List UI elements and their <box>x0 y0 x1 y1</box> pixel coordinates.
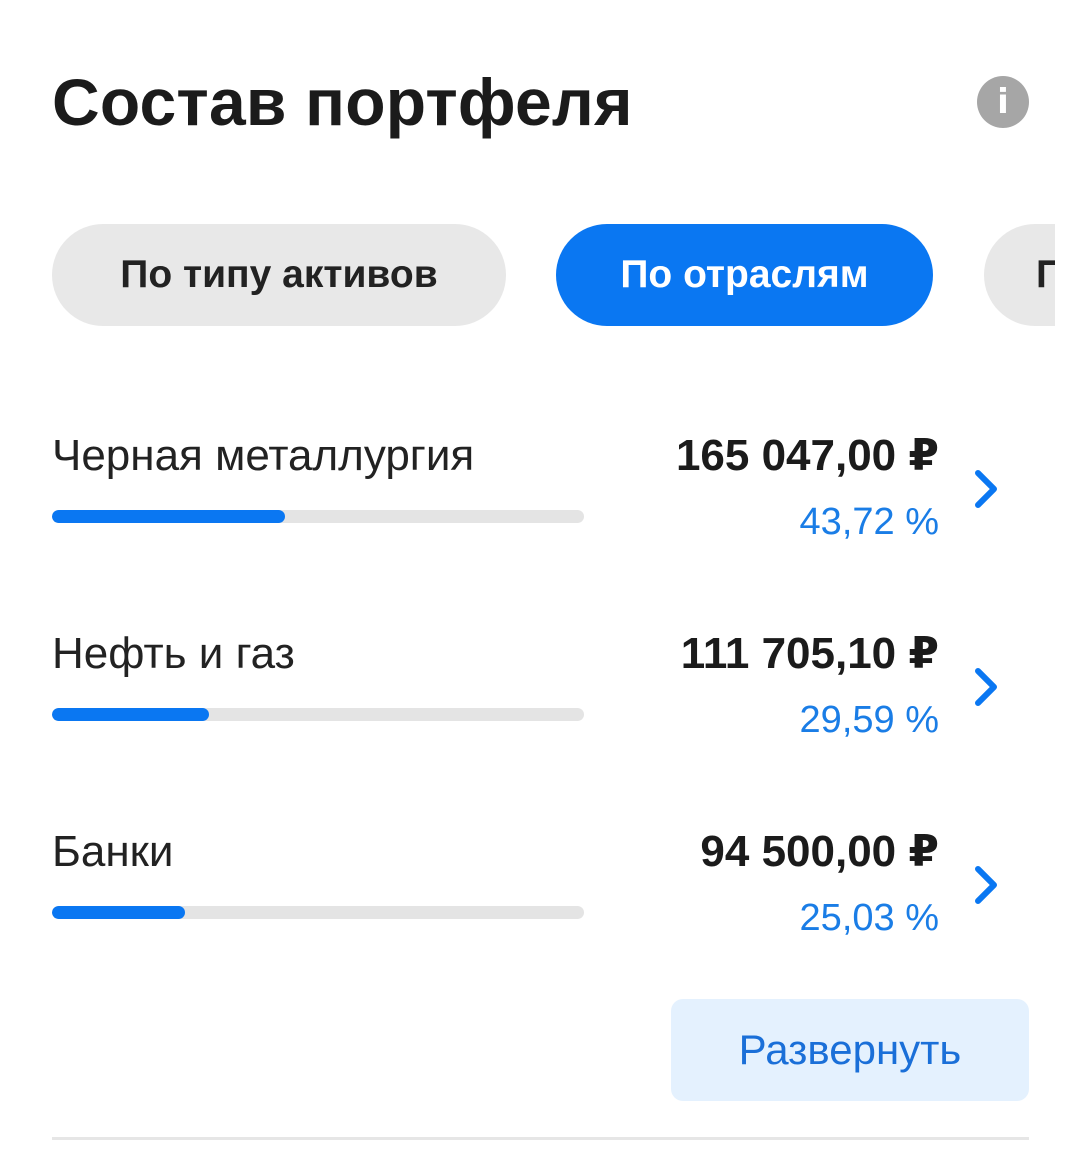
sector-row[interactable]: Нефть и газ 111 705,10 ₽ 29,59 % <box>0 608 1071 758</box>
tab-next[interactable]: П <box>984 224 1055 326</box>
sector-percent: 29,59 % <box>799 699 939 741</box>
portfolio-composition-card: Состав портфеля i По типу активов По отр… <box>0 0 1071 1161</box>
sector-row[interactable]: Черная металлургия 165 047,00 ₽ 43,72 % <box>0 410 1071 560</box>
sector-percent: 25,03 % <box>799 897 939 939</box>
tab-by-sector[interactable]: По отраслям <box>556 224 933 326</box>
sector-name: Банки <box>52 827 174 876</box>
sector-share-bar <box>52 708 584 721</box>
chevron-right-icon[interactable] <box>966 863 1006 907</box>
sector-amount: 94 500,00 ₽ <box>700 827 939 876</box>
sector-name: Нефть и газ <box>52 629 295 678</box>
sector-share-bar-fill <box>52 708 210 721</box>
sector-row[interactable]: Банки 94 500,00 ₽ 25,03 % <box>0 806 1071 956</box>
sector-percent: 43,72 % <box>799 501 939 543</box>
chevron-right-icon[interactable] <box>966 467 1006 511</box>
sector-share-bar-fill <box>52 510 285 523</box>
sector-share-bar-fill <box>52 906 186 919</box>
expand-button[interactable]: Развернуть <box>671 999 1029 1101</box>
divider <box>52 1137 1029 1140</box>
page-title: Состав портфеля <box>52 65 633 139</box>
sector-amount: 111 705,10 ₽ <box>680 629 939 678</box>
chevron-right-icon[interactable] <box>966 665 1006 709</box>
info-icon[interactable]: i <box>977 76 1029 128</box>
sector-amount: 165 047,00 ₽ <box>675 431 939 480</box>
tab-by-asset-type[interactable]: По типу активов <box>52 224 506 326</box>
filter-tabs: По типу активов По отраслям П <box>0 224 1055 328</box>
sector-share-bar <box>52 906 584 919</box>
sector-name: Черная металлургия <box>52 431 475 480</box>
sector-share-bar <box>52 510 584 523</box>
